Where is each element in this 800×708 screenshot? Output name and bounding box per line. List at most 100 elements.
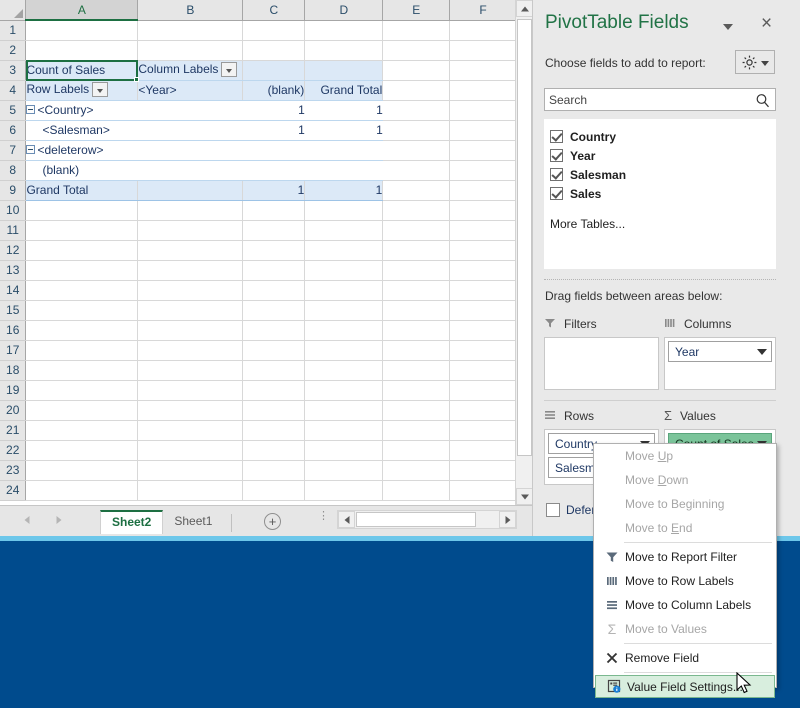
- cell-a16[interactable]: [25, 320, 139, 341]
- cell-d4-grand-total-header[interactable]: Grand Total: [304, 80, 384, 101]
- add-sheet-button[interactable]: +: [264, 513, 281, 530]
- cell-d5[interactable]: 1: [304, 100, 383, 121]
- cell-d3[interactable]: [304, 60, 384, 81]
- row-header-7[interactable]: 7: [0, 140, 27, 161]
- cell-e21[interactable]: [382, 420, 451, 441]
- cell-c6[interactable]: 1: [242, 120, 305, 141]
- cell-a4-row-labels[interactable]: Row Labels: [25, 80, 139, 101]
- menu-item-move-to-beginning[interactable]: Move to Beginning: [594, 492, 776, 516]
- sheet-tab-sheet2[interactable]: Sheet2: [100, 510, 164, 534]
- cell-f21[interactable]: [449, 420, 517, 441]
- cell-d14[interactable]: [304, 280, 384, 301]
- field-item-country[interactable]: Country: [550, 127, 776, 146]
- row-header-22[interactable]: 22: [0, 440, 27, 461]
- cell-e18[interactable]: [382, 360, 451, 381]
- row-header-20[interactable]: 20: [0, 400, 27, 421]
- scroll-right-button[interactable]: [499, 511, 516, 528]
- row-header-5[interactable]: 5: [0, 100, 27, 121]
- cell-f19[interactable]: [449, 380, 517, 401]
- column-header-b[interactable]: B: [137, 0, 244, 21]
- cell-c11[interactable]: [242, 220, 306, 241]
- cell-f11[interactable]: [449, 220, 517, 241]
- cell-e7[interactable]: [382, 140, 451, 161]
- cell-a9-grand-total[interactable]: Grand Total: [25, 179, 139, 201]
- row-header-16[interactable]: 16: [0, 320, 27, 341]
- field-context-menu[interactable]: Move Up Move Down Move to Beginning Move…: [593, 443, 777, 698]
- cell-f24[interactable]: [449, 480, 517, 501]
- field-item-year[interactable]: Year: [550, 146, 776, 165]
- cell-b3-column-labels[interactable]: Column Labels: [137, 60, 244, 81]
- column-header-a[interactable]: A: [25, 0, 139, 21]
- cell-d21[interactable]: [304, 420, 384, 441]
- cell-d10[interactable]: [304, 200, 384, 221]
- collapse-icon[interactable]: [26, 145, 36, 155]
- cell-c7[interactable]: [242, 140, 305, 161]
- column-header-c[interactable]: C: [242, 0, 306, 21]
- cell-f16[interactable]: [449, 320, 517, 341]
- cell-d15[interactable]: [304, 300, 384, 321]
- cell-c18[interactable]: [242, 360, 306, 381]
- row-header-6[interactable]: 6: [0, 120, 27, 141]
- cell-a24[interactable]: [25, 480, 139, 501]
- area-filters[interactable]: Filters: [544, 315, 659, 390]
- cell-d8[interactable]: [304, 160, 383, 181]
- cell-f22[interactable]: [449, 440, 517, 461]
- cell-b18[interactable]: [137, 360, 244, 381]
- cell-c15[interactable]: [242, 300, 306, 321]
- cell-f14[interactable]: [449, 280, 517, 301]
- cell-f20[interactable]: [449, 400, 517, 421]
- cell-a19[interactable]: [25, 380, 139, 401]
- cell-b8[interactable]: [137, 160, 243, 181]
- scroll-down-button[interactable]: [516, 488, 533, 505]
- cell-a22[interactable]: [25, 440, 139, 461]
- row-header-17[interactable]: 17: [0, 340, 27, 361]
- checkbox-icon[interactable]: [550, 187, 563, 200]
- menu-item-move-up[interactable]: Move Up: [594, 444, 776, 468]
- cell-f17[interactable]: [449, 340, 517, 361]
- cell-e13[interactable]: [382, 260, 451, 281]
- cell-b5[interactable]: [137, 100, 243, 121]
- cell-e22[interactable]: [382, 440, 451, 461]
- cell-e1[interactable]: [382, 20, 451, 41]
- tab-overflow-dots-icon[interactable]: ⋮: [318, 511, 329, 522]
- cell-b12[interactable]: [137, 240, 244, 261]
- field-item-sales[interactable]: Sales: [550, 184, 776, 203]
- cell-f4[interactable]: [449, 80, 517, 101]
- area-columns[interactable]: Columns Year: [664, 315, 776, 390]
- column-header-e[interactable]: E: [382, 0, 451, 21]
- cell-d20[interactable]: [304, 400, 384, 421]
- row-header-8[interactable]: 8: [0, 160, 27, 181]
- cell-b11[interactable]: [137, 220, 244, 241]
- cell-e5[interactable]: [382, 100, 451, 121]
- cell-e23[interactable]: [382, 460, 451, 481]
- cell-f15[interactable]: [449, 300, 517, 321]
- cell-a2[interactable]: [25, 40, 139, 61]
- row-header-23[interactable]: 23: [0, 460, 27, 481]
- cell-a1[interactable]: [25, 20, 139, 41]
- scroll-left-button[interactable]: [338, 511, 355, 528]
- cell-f13[interactable]: [449, 260, 517, 281]
- cell-f10[interactable]: [449, 200, 517, 221]
- row-header-10[interactable]: 10: [0, 200, 27, 221]
- cell-e9[interactable]: [382, 180, 451, 201]
- cell-f9[interactable]: [449, 180, 517, 201]
- cell-d1[interactable]: [304, 20, 384, 41]
- cell-a13[interactable]: [25, 260, 139, 281]
- cell-e14[interactable]: [382, 280, 451, 301]
- cell-d23[interactable]: [304, 460, 384, 481]
- field-pill-year[interactable]: Year: [668, 341, 772, 362]
- cell-b4-year-header[interactable]: <Year>: [137, 80, 244, 101]
- cell-c13[interactable]: [242, 260, 306, 281]
- menu-item-move-to-column-labels[interactable]: Move to Column Labels: [594, 593, 776, 617]
- cell-f6[interactable]: [449, 120, 517, 141]
- panel-settings-button[interactable]: [735, 50, 775, 74]
- field-item-salesman[interactable]: Salesman: [550, 165, 776, 184]
- search-input[interactable]: Search: [544, 88, 776, 111]
- row-header-14[interactable]: 14: [0, 280, 27, 301]
- cell-a18[interactable]: [25, 360, 139, 381]
- more-tables-link[interactable]: More Tables...: [550, 217, 625, 231]
- collapse-icon[interactable]: [26, 105, 36, 115]
- horizontal-scrollbar[interactable]: [337, 510, 517, 529]
- vertical-scrollbar[interactable]: [515, 0, 533, 505]
- cell-d12[interactable]: [304, 240, 384, 261]
